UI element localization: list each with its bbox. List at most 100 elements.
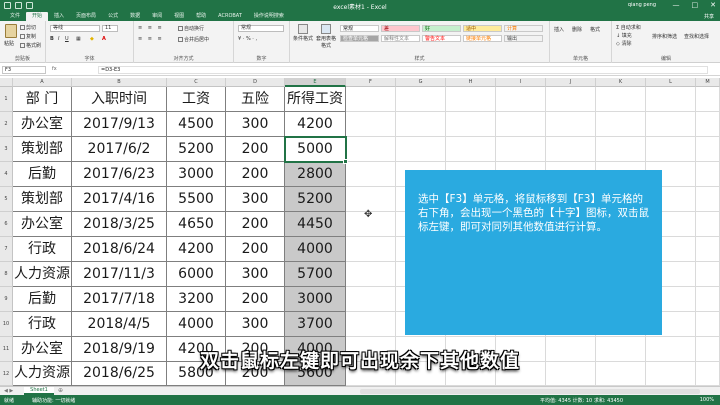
sort-filter-button[interactable]: 排序和筛选 (652, 33, 677, 40)
table-cell[interactable]: 300 (226, 312, 285, 337)
table-cell[interactable]: 3000 (167, 162, 226, 187)
column-header-A[interactable]: A (13, 78, 72, 87)
horizontal-scrollbar[interactable] (360, 389, 700, 394)
empty-cell[interactable] (346, 237, 396, 262)
empty-cell[interactable] (596, 87, 646, 112)
delete-cells-button[interactable]: 删除 (572, 26, 582, 33)
ribbon-tab-4[interactable]: 公式 (102, 12, 124, 21)
insert-cells-button[interactable]: 插入 (554, 26, 564, 33)
cell-style-5[interactable]: 检查单元格 (340, 35, 379, 42)
table-cell[interactable]: 策划部 (13, 187, 72, 212)
row-header-8[interactable]: 8 (0, 262, 13, 287)
empty-cell[interactable] (546, 137, 596, 162)
empty-cell[interactable] (346, 312, 396, 337)
table-cell[interactable]: 200 (226, 237, 285, 262)
ribbon-tab-7[interactable]: 视图 (168, 12, 190, 21)
underline-button[interactable]: U (65, 36, 69, 42)
empty-cell[interactable] (346, 287, 396, 312)
cell-style-4[interactable]: 计算 (504, 25, 543, 32)
ribbon-tab-2[interactable]: 插入 (48, 12, 70, 21)
cell-style-3[interactable]: 适中 (463, 25, 502, 32)
ribbon-tab-5[interactable]: 数据 (124, 12, 146, 21)
table-cell[interactable]: 2018/6/24 (72, 237, 167, 262)
table-header-cell[interactable]: 所得工资 (285, 87, 346, 112)
font-size-select[interactable]: 11 (102, 25, 118, 32)
table-cell[interactable]: 2018/3/25 (72, 212, 167, 237)
table-cell[interactable]: 300 (226, 187, 285, 212)
table-cell[interactable]: 2017/6/2 (72, 137, 167, 162)
table-cell[interactable]: 2800 (285, 162, 346, 187)
empty-cell[interactable] (346, 112, 396, 137)
cell-style-0[interactable]: 常规 (340, 25, 379, 32)
sheet-nav-arrows[interactable]: ◀ ▶ (4, 388, 13, 394)
table-cell[interactable]: 4000 (285, 237, 346, 262)
empty-cell[interactable] (696, 137, 720, 162)
empty-cell[interactable] (646, 137, 696, 162)
ribbon-tab-3[interactable]: 页面布局 (70, 12, 102, 21)
table-header-cell[interactable]: 工资 (167, 87, 226, 112)
border-icon[interactable]: ▦ (76, 36, 81, 42)
row-header-3[interactable]: 3 (0, 137, 13, 162)
column-header-J[interactable]: J (546, 78, 596, 87)
empty-cell[interactable] (496, 137, 546, 162)
table-cell[interactable]: 后勤 (13, 162, 72, 187)
align-left-icon[interactable]: ≡ ≡ ≡ (138, 36, 164, 42)
table-cell[interactable]: 200 (226, 212, 285, 237)
table-cell[interactable]: 后勤 (13, 287, 72, 312)
cell-style-8[interactable]: 链接单元格 (463, 35, 502, 42)
italic-button[interactable]: I (58, 36, 59, 42)
table-cell[interactable]: 200 (226, 287, 285, 312)
table-cell[interactable]: 4650 (167, 212, 226, 237)
empty-cell[interactable] (396, 112, 446, 137)
table-cell[interactable]: 3200 (167, 287, 226, 312)
clear-button[interactable]: ◇ 清除 (616, 40, 631, 47)
number-format-select[interactable]: 常规 (238, 25, 284, 32)
fill-color-icon[interactable]: ◆ (90, 36, 94, 42)
empty-cell[interactable] (696, 287, 720, 312)
align-top-icon[interactable]: ≡ ≡ ≡ (138, 25, 164, 31)
column-header-I[interactable]: I (496, 78, 546, 87)
fill-button[interactable]: ↓ 填充 (616, 32, 632, 39)
empty-cell[interactable] (496, 112, 546, 137)
maximize-button[interactable]: □ (692, 1, 699, 10)
autosum-button[interactable]: Σ 自动求和 (616, 24, 641, 31)
table-cell[interactable]: 200 (226, 162, 285, 187)
row-header-4[interactable]: 4 (0, 162, 13, 187)
tell-me-search[interactable]: 操作说明搜索 (248, 12, 290, 21)
column-header-G[interactable]: G (396, 78, 446, 87)
table-cell[interactable]: 5500 (167, 187, 226, 212)
format-cells-button[interactable]: 格式 (590, 26, 600, 33)
table-cell[interactable]: 2017/11/3 (72, 262, 167, 287)
zoom-level[interactable]: 100% (700, 397, 714, 403)
column-header-E[interactable]: E (285, 78, 346, 87)
minimize-button[interactable]: — (673, 1, 680, 10)
column-header-L[interactable]: L (646, 78, 696, 87)
table-header-cell[interactable]: 五险 (226, 87, 285, 112)
ribbon-tab-8[interactable]: 帮助 (190, 12, 212, 21)
table-cell[interactable]: 4450 (285, 212, 346, 237)
sheet-tab-sheet1[interactable]: Sheet1 (24, 387, 54, 395)
cell-style-9[interactable]: 输出 (504, 35, 543, 42)
empty-cell[interactable] (446, 137, 496, 162)
table-cell[interactable]: 4200 (167, 237, 226, 262)
row-header-5[interactable]: 5 (0, 187, 13, 212)
empty-cell[interactable] (596, 112, 646, 137)
empty-cell[interactable] (696, 112, 720, 137)
table-cell[interactable]: 3000 (285, 287, 346, 312)
table-cell[interactable]: 策划部 (13, 137, 72, 162)
empty-cell[interactable] (446, 87, 496, 112)
select-all-corner[interactable] (0, 78, 13, 87)
ribbon-tab-0[interactable]: 文件 (4, 12, 26, 21)
table-cell[interactable]: 4500 (167, 112, 226, 137)
row-header-2[interactable]: 2 (0, 112, 13, 137)
empty-cell[interactable] (696, 312, 720, 337)
row-header-10[interactable]: 10 (0, 312, 13, 337)
table-cell[interactable]: 6000 (167, 262, 226, 287)
font-color-icon[interactable]: A (102, 36, 106, 42)
table-header-cell[interactable]: 部 门 (13, 87, 72, 112)
empty-cell[interactable] (546, 87, 596, 112)
table-cell[interactable]: 300 (226, 112, 285, 137)
column-header-C[interactable]: C (167, 78, 226, 87)
copy-button[interactable]: 复制 (20, 33, 36, 40)
empty-cell[interactable] (696, 237, 720, 262)
